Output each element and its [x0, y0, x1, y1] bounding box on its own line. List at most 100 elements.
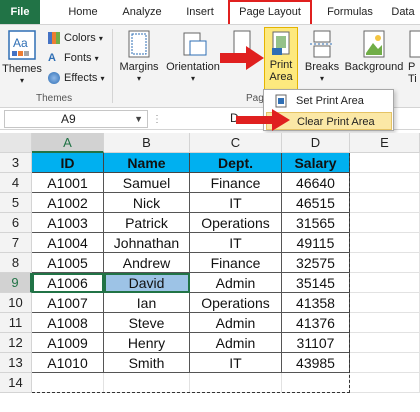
table-cell[interactable]: Smith	[104, 353, 190, 373]
table-cell[interactable]: Ian	[104, 293, 190, 313]
empty-cell[interactable]	[190, 373, 282, 393]
table-cell[interactable]: 32575	[282, 253, 350, 273]
column-header-c[interactable]: C	[190, 133, 282, 153]
colors-button[interactable]: Colors ▾	[48, 29, 103, 47]
table-cell[interactable]: 49115	[282, 233, 350, 253]
row-header[interactable]: 3	[0, 153, 32, 173]
table-cell[interactable]: IT	[190, 353, 282, 373]
row-header[interactable]: 12	[0, 333, 32, 353]
table-header-cell[interactable]: Salary	[282, 153, 350, 173]
empty-cell[interactable]	[350, 373, 420, 393]
column-header-d[interactable]: D	[282, 133, 350, 153]
table-cell[interactable]: Patrick	[104, 213, 190, 233]
table-cell[interactable]: A1004	[32, 233, 104, 253]
active-table-cell[interactable]: A1006	[32, 273, 104, 293]
table-cell[interactable]: Admin	[190, 273, 282, 293]
effects-icon	[48, 72, 60, 85]
table-cell[interactable]: 41358	[282, 293, 350, 313]
table-cell[interactable]: 41376	[282, 313, 350, 333]
empty-cell[interactable]	[350, 213, 420, 233]
empty-cell[interactable]	[350, 353, 420, 373]
print-titles-label-line1: P	[408, 61, 416, 73]
table-cell[interactable]: Henry	[104, 333, 190, 353]
empty-cell[interactable]	[350, 293, 420, 313]
empty-cell[interactable]	[350, 313, 420, 333]
tab-page-layout[interactable]: Page Layout	[228, 0, 312, 24]
table-header-cell[interactable]: Dept.	[190, 153, 282, 173]
row-header[interactable]: 14	[0, 373, 32, 393]
row-header[interactable]: 11	[0, 313, 32, 333]
column-header-e[interactable]: E	[350, 133, 420, 153]
empty-cell[interactable]	[350, 153, 420, 173]
tab-analyze[interactable]: Analyze	[114, 0, 170, 24]
row-header[interactable]: 8	[0, 253, 32, 273]
table-cell[interactable]: Samuel	[104, 173, 190, 193]
breaks-button[interactable]: Breaks ▾	[302, 29, 342, 91]
empty-cell[interactable]	[350, 253, 420, 273]
table-cell[interactable]: 46640	[282, 173, 350, 193]
print-titles-button[interactable]: P Ti	[408, 29, 420, 91]
tab-home[interactable]: Home	[60, 0, 106, 24]
table-cell[interactable]: 46515	[282, 193, 350, 213]
empty-cell[interactable]	[282, 373, 350, 393]
effects-button[interactable]: Effects ▾	[48, 69, 105, 87]
empty-cell[interactable]	[350, 273, 420, 293]
table-cell[interactable]: Admin	[190, 313, 282, 333]
background-button[interactable]: Background	[342, 29, 406, 91]
row-header[interactable]: 10	[0, 293, 32, 313]
table-cell[interactable]: Johnathan	[104, 233, 190, 253]
table-cell[interactable]: A1009	[32, 333, 104, 353]
margins-button[interactable]: Margins ▾	[116, 29, 162, 91]
name-box[interactable]: A9 ▼	[4, 110, 148, 128]
table-cell[interactable]: Steve	[104, 313, 190, 333]
row-header[interactable]: 6	[0, 213, 32, 233]
empty-cell[interactable]	[350, 193, 420, 213]
selected-table-cell[interactable]: David	[104, 273, 190, 293]
print-area-button[interactable]: Print Area	[264, 27, 298, 91]
table-header-cell[interactable]: Name	[104, 153, 190, 173]
margins-icon	[128, 30, 150, 58]
empty-cell[interactable]	[350, 233, 420, 253]
empty-cell[interactable]	[350, 333, 420, 353]
table-cell[interactable]: 31565	[282, 213, 350, 233]
empty-cell[interactable]	[104, 373, 190, 393]
themes-button[interactable]: Aa Themes ▾	[2, 29, 42, 91]
table-cell[interactable]: IT	[190, 233, 282, 253]
table-cell[interactable]: 43985	[282, 353, 350, 373]
themes-group-label: Themes	[36, 93, 73, 104]
table-cell[interactable]: IT	[190, 193, 282, 213]
tab-insert[interactable]: Insert	[178, 0, 222, 24]
table-cell[interactable]: A1005	[32, 253, 104, 273]
empty-cell[interactable]	[32, 373, 104, 393]
table-cell[interactable]: A1001	[32, 173, 104, 193]
table-cell[interactable]: A1007	[32, 293, 104, 313]
table-cell[interactable]: A1010	[32, 353, 104, 373]
column-header-a[interactable]: A	[32, 133, 104, 153]
table-cell[interactable]: 31107	[282, 333, 350, 353]
orientation-button[interactable]: Orientation ▾	[162, 29, 224, 91]
table-cell[interactable]: Admin	[190, 333, 282, 353]
table-cell[interactable]: Operations	[190, 213, 282, 233]
tab-file[interactable]: File	[0, 0, 40, 24]
row-header[interactable]: 4	[0, 173, 32, 193]
table-cell[interactable]: Nick	[104, 193, 190, 213]
select-all-corner[interactable]	[0, 133, 32, 153]
table-cell[interactable]: 35145	[282, 273, 350, 293]
fonts-button[interactable]: A Fonts ▾	[48, 49, 99, 67]
tab-data[interactable]: Data	[386, 0, 420, 24]
column-header-b[interactable]: B	[104, 133, 190, 153]
empty-cell[interactable]	[350, 173, 420, 193]
row-header[interactable]: 5	[0, 193, 32, 213]
table-cell[interactable]: Andrew	[104, 253, 190, 273]
row-header[interactable]: 13	[0, 353, 32, 373]
table-cell[interactable]: A1008	[32, 313, 104, 333]
table-cell[interactable]: Finance	[190, 173, 282, 193]
row-header[interactable]: 7	[0, 233, 32, 253]
table-cell[interactable]: Operations	[190, 293, 282, 313]
tab-formulas[interactable]: Formulas	[320, 0, 380, 24]
table-cell[interactable]: Finance	[190, 253, 282, 273]
table-cell[interactable]: A1003	[32, 213, 104, 233]
row-header-selected[interactable]: 9	[0, 273, 32, 293]
table-cell[interactable]: A1002	[32, 193, 104, 213]
table-header-cell[interactable]: ID	[32, 153, 104, 173]
